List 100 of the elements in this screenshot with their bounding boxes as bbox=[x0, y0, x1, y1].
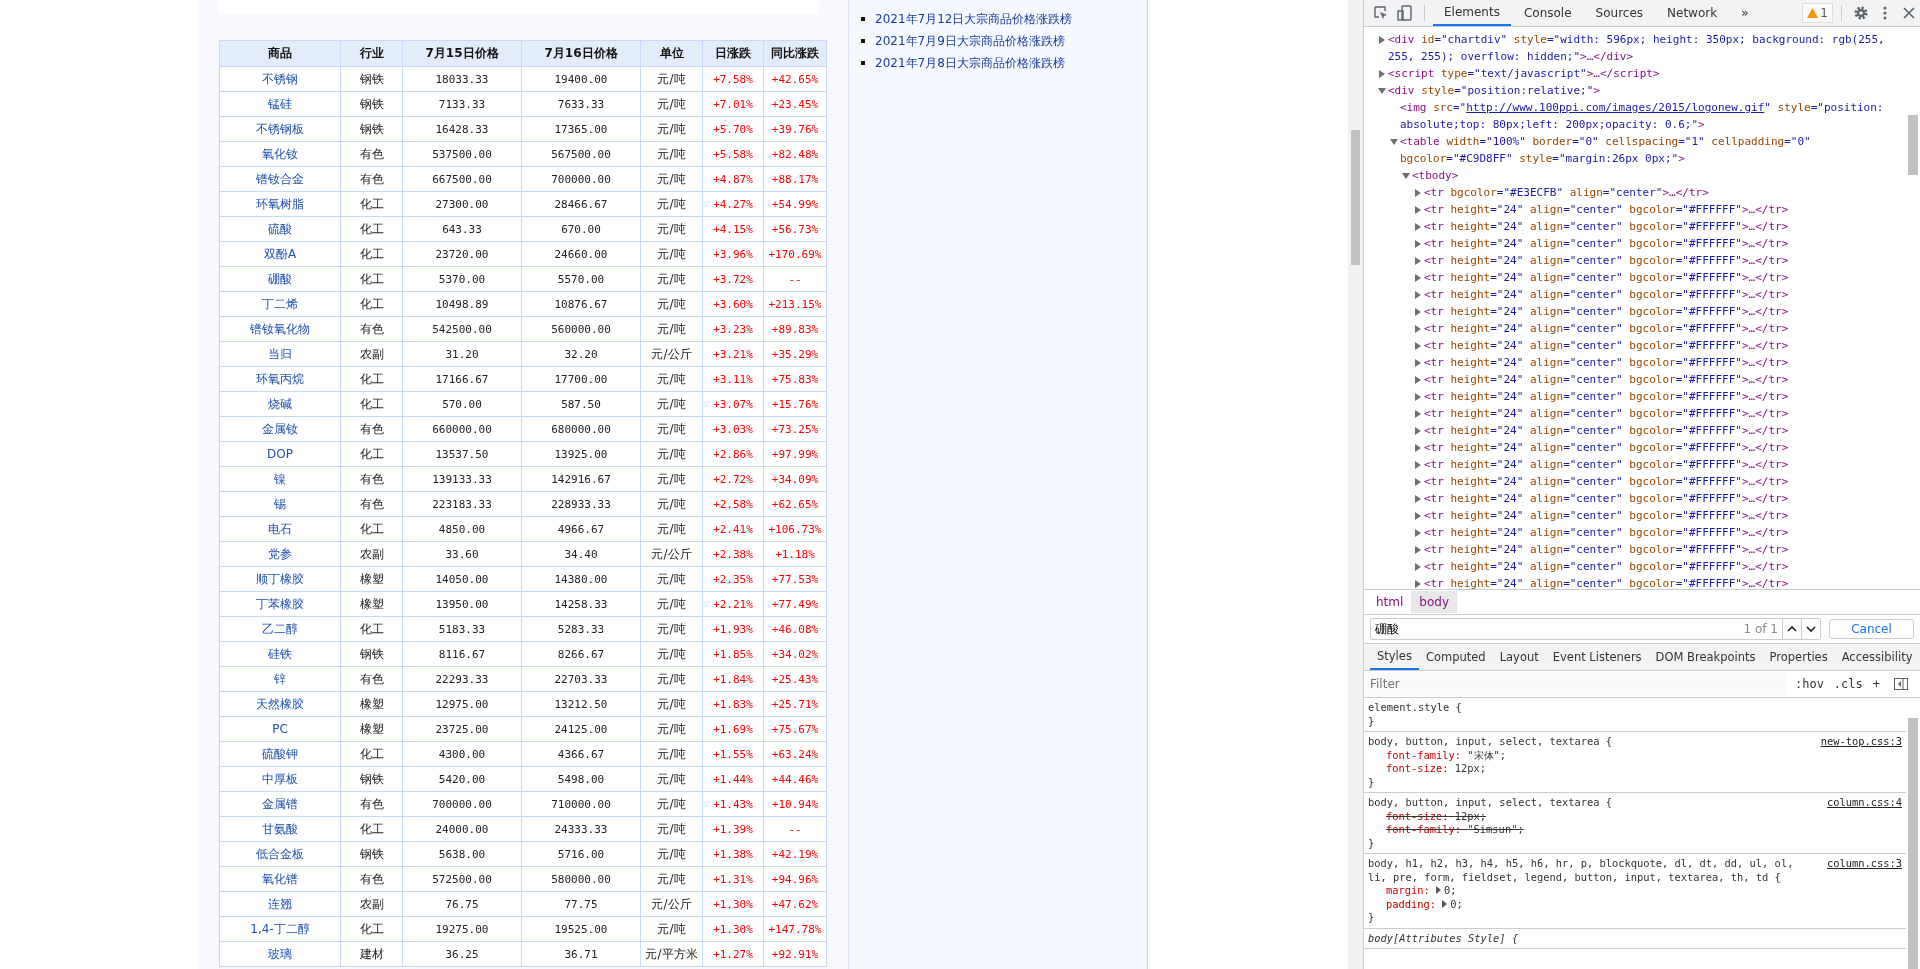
devtools-tab[interactable]: Console bbox=[1512, 0, 1583, 26]
dom-node[interactable]: <tr height="24" align="center" bgcolor="#FFFFFF">…</tr> bbox=[1424, 218, 1906, 235]
source-link[interactable]: new-top.css:3 bbox=[1820, 735, 1902, 749]
commodity-link[interactable]: 丁二烯 bbox=[262, 296, 298, 311]
dom-node[interactable]: <tr height="24" align="center" bgcolor="#FFFFFF">…</tr> bbox=[1424, 405, 1906, 422]
dom-node[interactable]: <tr height="24" align="center" bgcolor="#FFFFFF">…</tr> bbox=[1424, 507, 1906, 524]
commodity-link[interactable]: 玻璃 bbox=[268, 946, 292, 961]
pane-tab[interactable]: Event Listeners bbox=[1545, 644, 1649, 670]
dom-node[interactable]: <tr height="24" align="center" bgcolor="#FFFFFF">…</tr> bbox=[1424, 575, 1906, 589]
css-property[interactable]: font-size: 12px; bbox=[1368, 762, 1902, 776]
pane-tab[interactable]: Styles bbox=[1370, 644, 1419, 670]
css-property[interactable]: font-size: 12px; bbox=[1368, 809, 1902, 823]
commodity-link[interactable]: 不锈钢 bbox=[262, 71, 298, 86]
commodity-link[interactable]: 镍 bbox=[274, 471, 286, 486]
warning-badge[interactable]: 1 bbox=[1802, 3, 1833, 23]
expand-triangle-icon[interactable] bbox=[1442, 899, 1448, 908]
commodity-link[interactable]: DOP bbox=[267, 447, 293, 461]
table-cell: 24000.00 bbox=[403, 817, 521, 841]
commodity-link[interactable]: 氧化钕 bbox=[262, 146, 298, 161]
dom-node[interactable]: <script type="text/javascript">…</script> bbox=[1388, 65, 1906, 82]
pane-tab[interactable]: Layout bbox=[1492, 644, 1546, 670]
commodity-link[interactable]: 硼酸 bbox=[268, 271, 292, 286]
css-property[interactable]: padding: 0; bbox=[1368, 897, 1902, 911]
pane-tab[interactable]: Properties bbox=[1762, 644, 1835, 670]
css-property[interactable]: margin: 0; bbox=[1368, 884, 1902, 898]
pane-tab[interactable]: DOM Breakpoints bbox=[1648, 644, 1763, 670]
dom-node[interactable]: <tr height="24" align="center" bgcolor="#FFFFFF">…</tr> bbox=[1424, 303, 1906, 320]
dom-node[interactable]: <div style="position:relative;"> bbox=[1388, 82, 1906, 99]
dom-node[interactable]: <tr height="24" align="center" bgcolor="#FFFFFF">…</tr> bbox=[1424, 473, 1906, 490]
table-cell: 16428.33 bbox=[403, 117, 521, 141]
css-property[interactable]: font-family: "Simsun"; bbox=[1368, 823, 1902, 837]
dom-node[interactable]: <tr height="24" align="center" bgcolor="#FFFFFF">…</tr> bbox=[1424, 235, 1906, 252]
dom-node[interactable]: <tr height="24" align="center" bgcolor="#FFFFFF">…</tr> bbox=[1424, 490, 1906, 507]
table-cell: 5638.00 bbox=[403, 842, 521, 866]
commodity-link[interactable]: 氧化镨 bbox=[262, 871, 298, 886]
article-link[interactable]: 2021年7月9日大宗商品价格涨跌榜 bbox=[875, 30, 1065, 52]
dom-node[interactable]: <tr height="24" align="center" bgcolor="#FFFFFF">…</tr> bbox=[1424, 286, 1906, 303]
dom-node[interactable]: <table width="100%" border="0" cellspacing="1" cellpadding="0" bgcolor="#C9D8FF" style="margin:26px 0px;"> bbox=[1400, 133, 1906, 167]
dom-node[interactable]: <tr bgcolor="#E3ECFB" align="center">…</tr> bbox=[1424, 184, 1906, 201]
dom-node[interactable]: <tr height="24" align="center" bgcolor="#FFFFFF">…</tr> bbox=[1424, 388, 1906, 405]
commodity-link[interactable]: 甘氨酸 bbox=[262, 821, 298, 836]
devtools-tab[interactable]: Network bbox=[1656, 0, 1729, 26]
pane-tab[interactable]: Computed bbox=[1418, 644, 1493, 670]
commodity-link[interactable]: 硅铁 bbox=[268, 646, 292, 661]
breadcrumb[interactable]: body bbox=[1411, 591, 1458, 613]
devtools-tab[interactable]: Elements bbox=[1433, 0, 1511, 26]
commodity-link[interactable]: 金属钕 bbox=[262, 421, 298, 436]
commodity-link[interactable]: 锰硅 bbox=[268, 96, 292, 111]
pane-tab[interactable]: Accessibility bbox=[1834, 644, 1920, 670]
dom-node[interactable]: <tbody> bbox=[1412, 167, 1906, 184]
class-button[interactable]: .cls bbox=[1833, 677, 1863, 691]
new-rule-button[interactable]: + bbox=[1872, 677, 1880, 691]
dom-node[interactable]: <tr height="24" align="center" bgcolor="#FFFFFF">…</tr> bbox=[1424, 541, 1906, 558]
cancel-button[interactable]: Cancel bbox=[1829, 619, 1914, 639]
breadcrumb[interactable]: html bbox=[1368, 591, 1412, 613]
commodity-link[interactable]: 锡 bbox=[274, 496, 286, 511]
dom-node[interactable]: <tr height="24" align="center" bgcolor="#FFFFFF">…</tr> bbox=[1424, 439, 1906, 456]
table-cell: +3.11% bbox=[703, 367, 763, 391]
dom-node[interactable]: <tr height="24" align="center" bgcolor="#FFFFFF">…</tr> bbox=[1424, 371, 1906, 388]
css-property[interactable]: font-family: "宋体"; bbox=[1368, 748, 1902, 762]
dom-node[interactable]: <tr height="24" align="center" bgcolor="#FFFFFF">…</tr> bbox=[1424, 558, 1906, 575]
dom-node[interactable]: <tr height="24" align="center" bgcolor="#FFFFFF">…</tr> bbox=[1424, 456, 1906, 473]
commodity-link[interactable]: 烧碱 bbox=[268, 396, 292, 411]
hover-state-button[interactable]: :hov bbox=[1794, 677, 1824, 691]
commodity-link[interactable]: 中厚板 bbox=[262, 771, 298, 786]
scrollbar[interactable] bbox=[1348, 0, 1363, 969]
dom-node[interactable]: <tr height="24" align="center" bgcolor="#FFFFFF">…</tr> bbox=[1424, 337, 1906, 354]
expand-triangle-icon[interactable] bbox=[1436, 886, 1442, 894]
devtools-tab[interactable]: Sources bbox=[1584, 0, 1655, 26]
article-link[interactable]: 2021年7月8日大宗商品价格涨跌榜 bbox=[875, 52, 1065, 74]
commodity-link[interactable]: 锌 bbox=[274, 671, 286, 686]
dom-node[interactable]: <tr height="24" align="center" bgcolor="#FFFFFF">…</tr> bbox=[1424, 201, 1906, 218]
next-match-button[interactable] bbox=[1801, 619, 1820, 639]
dom-node[interactable]: <tr height="24" align="center" bgcolor="#FFFFFF">…</tr> bbox=[1424, 524, 1906, 541]
search-box[interactable]: 硼酸 1 of 1 bbox=[1370, 618, 1821, 640]
commodity-link[interactable]: 党参 bbox=[268, 546, 292, 561]
dom-node[interactable]: <tr height="24" align="center" bgcolor="#FFFFFF">…</tr> bbox=[1424, 320, 1906, 337]
dom-node[interactable]: <tr height="24" align="center" bgcolor="#FFFFFF">…</tr> bbox=[1424, 252, 1906, 269]
commodity-link[interactable]: PC bbox=[272, 722, 288, 736]
commodity-link[interactable]: 乙二醇 bbox=[262, 621, 298, 636]
table-cell: 587.50 bbox=[522, 392, 640, 416]
dom-node[interactable]: <div id="chartdiv" style="width: 596px; height: 350px; background: rgb(255, 255, 255); overflow: hidden;">…</div> bbox=[1388, 31, 1906, 65]
source-link[interactable]: column.css:4 bbox=[1826, 796, 1902, 810]
commodity-link[interactable]: 硫酸 bbox=[268, 221, 292, 236]
dom-node[interactable]: <img src="http://www.100ppi.com/images/2015/logonew.gif" style="position: absolute;top: 80px;left: 200px;opacity: 0.6;"> bbox=[1400, 99, 1906, 133]
commodity-link[interactable]: 当归 bbox=[268, 346, 292, 361]
commodity-link[interactable]: 电石 bbox=[268, 521, 292, 536]
table-cell: 有色 bbox=[341, 667, 402, 691]
filter-field[interactable]: Filter bbox=[1366, 673, 1785, 695]
dom-node[interactable]: <tr height="24" align="center" bgcolor="#FFFFFF">…</tr> bbox=[1424, 269, 1906, 286]
commodity-link[interactable]: 连翘 bbox=[268, 896, 292, 911]
article-link[interactable]: 2021年7月12日大宗商品价格涨跌榜 bbox=[875, 8, 1073, 30]
dom-node[interactable]: <tr height="24" align="center" bgcolor="#FFFFFF">…</tr> bbox=[1424, 354, 1906, 371]
more-tabs-button[interactable]: » bbox=[1730, 0, 1760, 26]
commodity-link[interactable]: 双酚A bbox=[263, 246, 297, 261]
table-cell: 13212.50 bbox=[522, 692, 640, 716]
commodity-link[interactable]: 硫酸钾 bbox=[262, 746, 298, 761]
dom-node[interactable]: <tr height="24" align="center" bgcolor="#FFFFFF">…</tr> bbox=[1424, 422, 1906, 439]
source-link[interactable]: column.css:3 bbox=[1826, 857, 1902, 871]
commodity-link[interactable]: 金属镨 bbox=[262, 796, 298, 811]
